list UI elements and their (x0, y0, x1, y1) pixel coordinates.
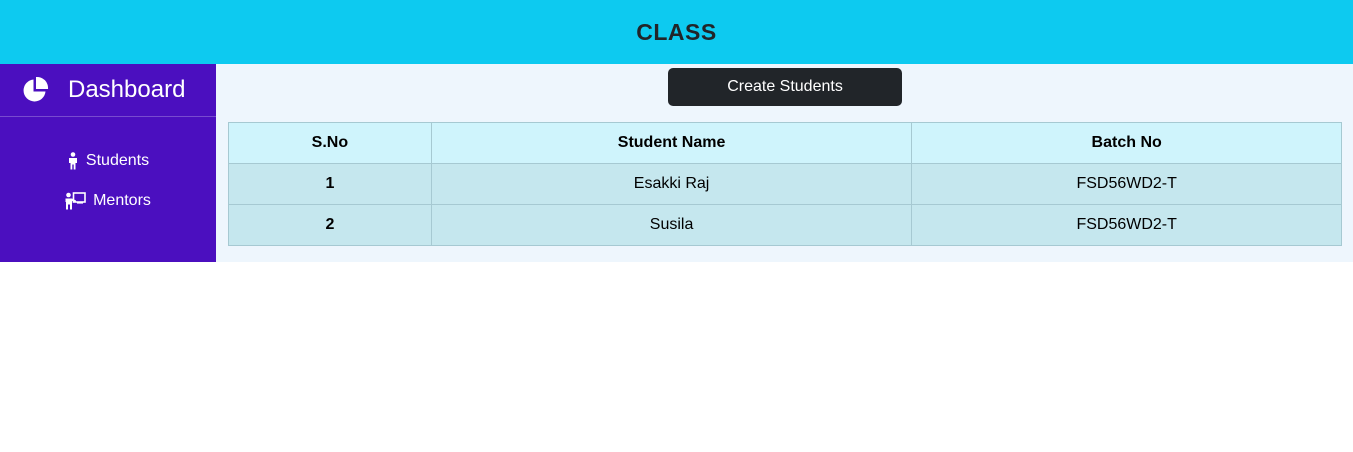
table-header-row: S.No Student Name Batch No (228, 122, 1342, 164)
cell-sno: 1 (228, 163, 432, 205)
cell-batch-no: FSD56WD2-T (911, 204, 1342, 246)
students-table: S.No Student Name Batch No 1 Esakki Raj … (228, 122, 1342, 246)
table-row[interactable]: 2 Susila FSD56WD2-T (228, 204, 1342, 246)
sidebar-item-label: Students (85, 152, 150, 169)
cell-sno: 2 (228, 204, 432, 246)
pie-chart-icon (21, 76, 49, 104)
dashboard-label: Dashboard (68, 76, 186, 103)
cell-student-name: Esakki Raj (430, 163, 913, 205)
page-title: CLASS (636, 18, 717, 45)
table-row[interactable]: 1 Esakki Raj FSD56WD2-T (228, 163, 1342, 205)
teacher-icon (65, 192, 86, 210)
main-content: Create Students S.No Student Name Batch … (216, 64, 1353, 262)
person-icon (67, 152, 79, 170)
column-header-student-name: Student Name (430, 122, 913, 164)
column-header-sno: S.No (228, 122, 432, 164)
cell-student-name: Susila (430, 204, 913, 246)
sidebar-item-mentors[interactable]: Mentors (0, 181, 216, 221)
top-header: CLASS (0, 0, 1353, 64)
cell-batch-no: FSD56WD2-T (911, 163, 1342, 205)
sidebar-item-students[interactable]: Students (0, 141, 216, 181)
create-students-button[interactable]: Create Students (668, 68, 902, 106)
sidebar-brand[interactable]: Dashboard (0, 64, 216, 117)
sidebar-item-label: Mentors (93, 192, 151, 209)
sidebar-nav: Students Mentors (0, 117, 216, 221)
column-header-batch-no: Batch No (911, 122, 1342, 164)
sidebar: Dashboard Students Mentors (0, 64, 216, 262)
